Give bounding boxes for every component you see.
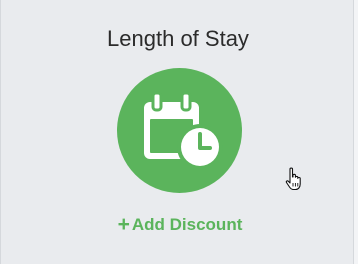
card-title: Length of Stay	[107, 26, 249, 51]
calendar-clock-icon	[144, 91, 223, 170]
add-discount-link[interactable]: + Add Discount	[1, 212, 358, 236]
hand-pointer-icon	[285, 167, 301, 191]
add-discount-label: Add Discount	[131, 215, 243, 234]
plus-icon: +	[117, 213, 130, 236]
length-of-stay-button[interactable]	[117, 68, 242, 193]
length-of-stay-card[interactable]: Length of Stay + Add Discount	[0, 0, 354, 264]
